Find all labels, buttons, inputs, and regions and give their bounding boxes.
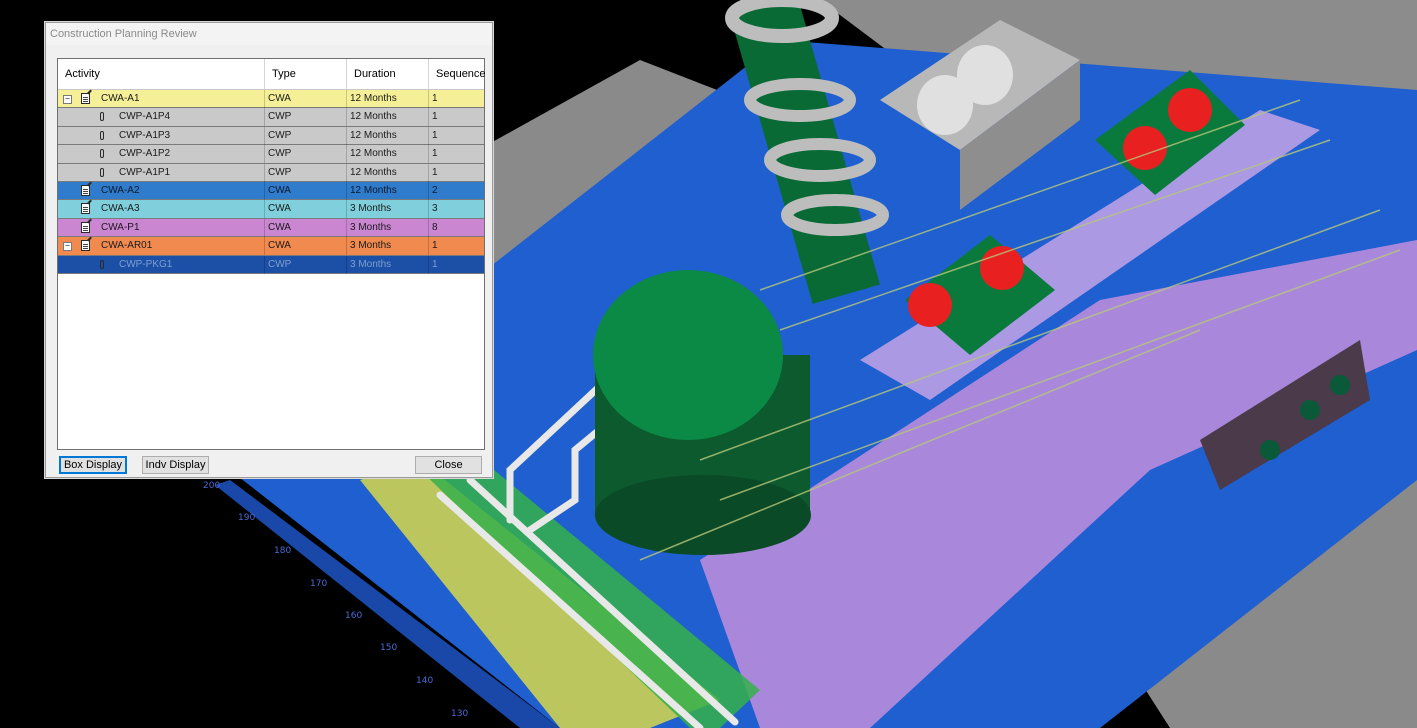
activity-label: CWP-A1P2 xyxy=(119,148,171,160)
cell-duration: 12 Months xyxy=(347,90,429,108)
cell-sequence: 1 xyxy=(432,166,438,178)
axis-label: 180 xyxy=(274,546,292,556)
axis-label: 190 xyxy=(238,513,256,523)
cell-type: CWA xyxy=(265,182,347,200)
table-row[interactable]: CWA-A2 CWA 12 Months 2 xyxy=(58,182,484,201)
cell-duration: 12 Months xyxy=(347,108,429,127)
cell-type: CWA xyxy=(265,200,347,219)
collapse-toggle-icon[interactable]: − xyxy=(63,242,72,252)
cell-sequence: 2 xyxy=(432,185,438,196)
table-header: Activity Type Duration Sequence xyxy=(58,59,486,90)
construction-planning-dialog: Construction Planning Review Activity Ty… xyxy=(45,22,493,478)
dialog-title: Construction Planning Review xyxy=(46,23,492,45)
column-header-activity[interactable]: Activity xyxy=(58,59,265,89)
cell-duration: 12 Months xyxy=(347,163,429,182)
paperclip-icon xyxy=(100,167,104,177)
cell-type: CWP xyxy=(265,108,347,127)
activity-table[interactable]: Activity Type Duration Sequence − CWA-A1 C… xyxy=(57,58,486,450)
indv-display-button[interactable]: Indv Display xyxy=(142,456,209,474)
paperclip-icon xyxy=(100,112,104,122)
cell-activity: CWP-A1P2 xyxy=(58,145,265,164)
activity-label: CWP-PKG1 xyxy=(119,258,173,270)
table-row[interactable]: CWP-PKG1 CWP 3 Months 1 xyxy=(58,255,484,274)
cell-activity: CWP-A1P1 xyxy=(58,163,265,182)
cell-sequence: 1 xyxy=(432,240,438,252)
axis-label: 170 xyxy=(310,579,328,589)
document-icon xyxy=(81,203,90,215)
table-row[interactable]: CWP-A1P1 CWP 12 Months 1 xyxy=(58,163,484,182)
document-icon xyxy=(81,93,90,104)
document-icon xyxy=(81,221,90,233)
cell-sequence: 1 xyxy=(432,258,438,270)
cell-duration: 12 Months xyxy=(347,145,429,164)
document-icon xyxy=(81,240,90,252)
close-button[interactable]: Close xyxy=(415,456,482,474)
cell-type: CWP xyxy=(265,163,347,182)
box-display-button[interactable]: Box Display xyxy=(59,456,127,474)
document-icon xyxy=(81,185,90,196)
activity-label: CWP-A1P3 xyxy=(119,129,171,141)
cell-activity: − CWA-AR01 xyxy=(58,237,265,256)
table-row[interactable]: CWA-A3 CWA 3 Months 3 xyxy=(58,200,484,219)
axis-label: 140 xyxy=(416,676,434,686)
table-row[interactable]: − CWA-AR01 CWA 3 Months 1 xyxy=(58,237,484,256)
activity-label: CWA-A1 xyxy=(101,93,140,104)
cell-activity: CWA-A2 xyxy=(58,182,265,200)
activity-label: CWA-P1 xyxy=(101,221,140,233)
cell-type: CWA xyxy=(265,90,347,108)
cell-sequence: 1 xyxy=(432,129,438,141)
table-row[interactable]: CWP-A1P2 CWP 12 Months 1 xyxy=(58,145,484,164)
cell-type: CWP xyxy=(265,255,347,274)
cell-sequence: 3 xyxy=(432,203,438,215)
axis-label: 160 xyxy=(345,611,363,621)
cell-activity: CWP-PKG1 xyxy=(58,255,265,274)
table-row[interactable]: − CWA-A1 CWA 12 Months 1 xyxy=(58,90,484,109)
cell-activity: − CWA-A1 xyxy=(58,90,265,108)
cell-activity: CWA-A3 xyxy=(58,200,265,219)
cell-type: CWP xyxy=(265,126,347,145)
activity-label: CWA-AR01 xyxy=(101,240,153,252)
cell-sequence: 1 xyxy=(432,111,438,123)
cell-duration: 12 Months xyxy=(347,182,429,200)
cell-activity: CWP-A1P4 xyxy=(58,108,265,127)
activity-label: CWA-A2 xyxy=(101,185,140,196)
cell-duration: 3 Months xyxy=(347,200,429,219)
activity-label: CWA-A3 xyxy=(101,203,140,215)
column-header-sequence[interactable]: Sequence xyxy=(429,59,486,89)
table-row[interactable]: CWP-A1P4 CWP 12 Months 1 xyxy=(58,108,484,127)
axis-label: 130 xyxy=(451,709,469,719)
cell-activity: CWP-A1P3 xyxy=(58,126,265,145)
cell-duration: 3 Months xyxy=(347,237,429,256)
table-row[interactable]: CWP-A1P3 CWP 12 Months 1 xyxy=(58,126,484,146)
column-header-type[interactable]: Type xyxy=(265,59,347,89)
collapse-toggle-icon[interactable]: − xyxy=(63,95,72,104)
cell-type: CWP xyxy=(265,145,347,164)
table-row[interactable]: CWA-P1 CWA 3 Months 8 xyxy=(58,218,484,238)
paperclip-icon xyxy=(100,149,104,159)
cell-sequence: 1 xyxy=(432,93,438,104)
cell-duration: 12 Months xyxy=(347,126,429,145)
cell-duration: 3 Months xyxy=(347,255,429,274)
axis-label: 200 xyxy=(203,481,221,491)
activity-label: CWP-A1P1 xyxy=(119,166,171,178)
cell-type: CWA xyxy=(265,237,347,256)
cell-duration: 3 Months xyxy=(347,218,429,237)
paperclip-icon xyxy=(100,130,104,140)
activity-label: CWP-A1P4 xyxy=(119,111,171,123)
cell-activity: CWA-P1 xyxy=(58,218,265,237)
cell-type: CWA xyxy=(265,218,347,237)
column-header-duration[interactable]: Duration xyxy=(347,59,429,89)
cell-sequence: 8 xyxy=(432,221,438,233)
axis-label: 150 xyxy=(380,643,398,653)
paperclip-icon xyxy=(100,259,104,269)
cell-sequence: 1 xyxy=(432,148,438,160)
